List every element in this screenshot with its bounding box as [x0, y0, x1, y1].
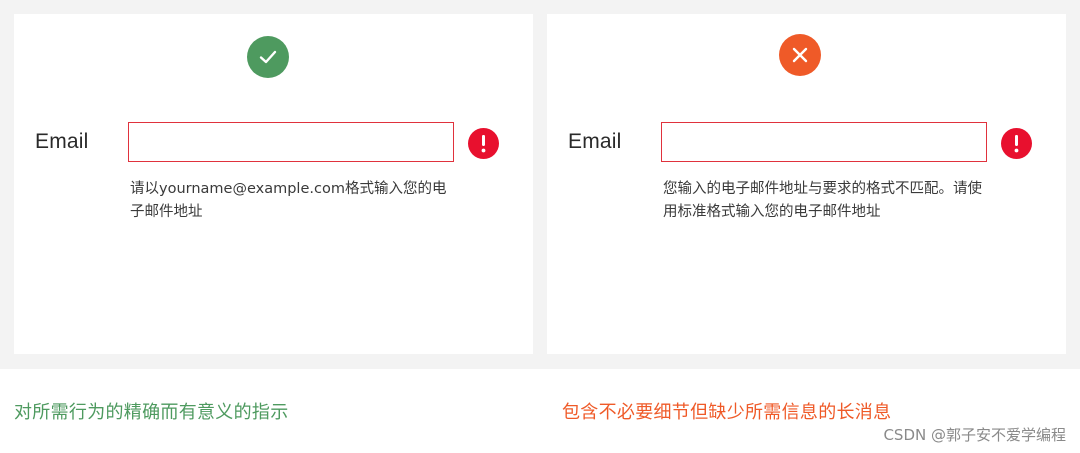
email-field[interactable] — [661, 122, 987, 162]
email-label: Email — [568, 130, 622, 153]
good-example-caption: 对所需行为的精确而有意义的指示 — [14, 402, 289, 423]
email-field[interactable] — [128, 122, 454, 162]
cross-icon — [779, 34, 821, 76]
bad-example-panel: Email 您输入的电子邮件地址与要求的格式不匹配。请使用标准格式输入您的电子邮… — [547, 14, 1066, 354]
comparison-stage: Email 请以yourname@example.com格式输入您的电子邮件地址… — [0, 0, 1080, 369]
helper-text: 请以yourname@example.com格式输入您的电子邮件地址 — [130, 181, 447, 220]
exclamation-icon — [468, 128, 499, 159]
helper-text: 您输入的电子邮件地址与要求的格式不匹配。请使用标准格式输入您的电子邮件地址 — [663, 181, 982, 220]
exclamation-icon — [1001, 128, 1032, 159]
bad-example-caption: 包含不必要细节但缺少所需信息的长消息 — [562, 402, 892, 423]
watermark: CSDN @郭子安不爱学编程 — [883, 426, 1066, 444]
good-example-panel: Email 请以yourname@example.com格式输入您的电子邮件地址 — [14, 14, 533, 354]
email-label: Email — [35, 130, 89, 153]
checkmark-icon — [247, 36, 289, 78]
